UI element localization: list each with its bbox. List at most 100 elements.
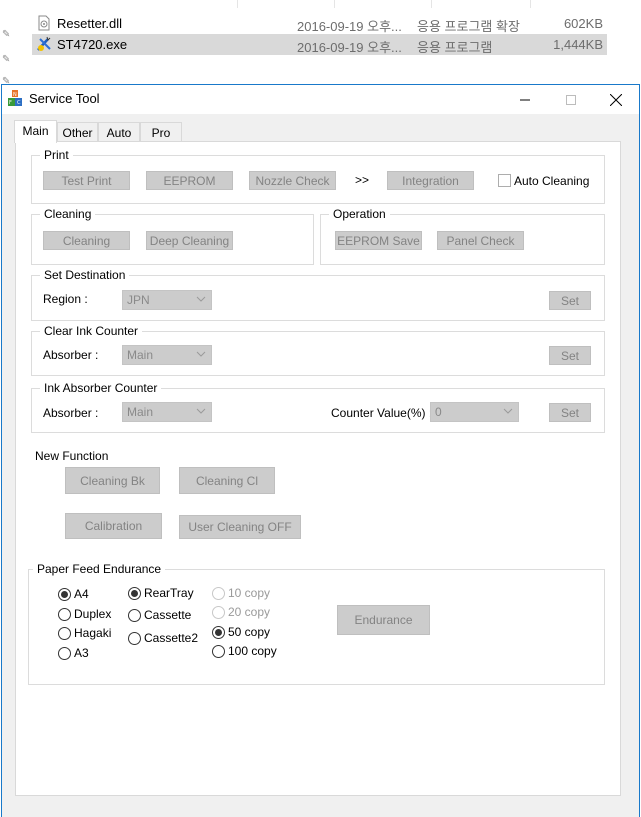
maximize-icon (566, 94, 576, 105)
file-type: 응용 프로그램 (417, 40, 493, 55)
file-name: Resetter.dll (57, 16, 123, 31)
radio-label: A4 (74, 587, 89, 601)
paper-feed-endurance-title: Paper Feed Endurance (33, 562, 166, 576)
radio-indicator (58, 587, 71, 601)
eeprom-save-button[interactable]: EEPROM Save (335, 231, 422, 250)
radio-label: 50 copy (228, 625, 271, 639)
operation-group-title: Operation (329, 207, 390, 221)
radio-copies-100[interactable]: 100 copy (212, 644, 277, 658)
region-select[interactable]: JPN (122, 290, 212, 310)
radio-copies-10[interactable]: 10 copy (212, 586, 270, 600)
ink-absorber-counter-group: Ink Absorber Counter Absorber : Main Cou… (31, 381, 605, 433)
tab-pro[interactable]: Pro (140, 122, 182, 142)
eeprom-button[interactable]: EEPROM (146, 171, 233, 190)
radio-label: Cassette2 (144, 631, 199, 645)
cleaning-bk-button[interactable]: Cleaning Bk (65, 467, 160, 494)
radio-paper-duplex[interactable]: Duplex (58, 607, 111, 621)
radio-label: 10 copy (228, 586, 271, 600)
main-tab-panel: Print Test Print EEPROM Nozzle Check >> … (15, 141, 621, 796)
file-explorer-background: ✎ ✎ ✎ Resetter.dll 2016-09-19 오후... 응용 프… (0, 0, 641, 90)
minimize-icon (520, 99, 530, 100)
radio-copies-20[interactable]: 20 copy (212, 605, 270, 619)
exe-app-icon (37, 36, 51, 51)
print-group: Print Test Print EEPROM Nozzle Check >> … (31, 148, 605, 204)
auto-cleaning-label[interactable]: Auto Cleaning (514, 174, 589, 188)
close-icon (610, 93, 622, 106)
ink-absorber-set-button[interactable]: Set (549, 403, 591, 422)
absorber-label: Absorber : (43, 348, 99, 362)
service-tool-window: N F C Service Tool Main Other Auto Pro P… (1, 84, 640, 817)
close-button[interactable] (593, 85, 639, 114)
pin-icon[interactable]: ✎ (2, 55, 12, 65)
absorber-label: Absorber : (43, 406, 99, 420)
counter-value-select[interactable]: 0 (430, 402, 519, 422)
operation-group: Operation EEPROM Save Panel Check (320, 207, 605, 265)
deep-cleaning-button[interactable]: Deep Cleaning (146, 231, 233, 250)
absorber-select[interactable]: Main (122, 402, 212, 422)
column-separator (530, 0, 531, 8)
radio-indicator (212, 644, 225, 658)
radio-indicator (58, 626, 71, 640)
chevron-down-icon (196, 408, 206, 414)
absorber-value: Main (127, 405, 154, 419)
tab-other[interactable]: Other (57, 122, 98, 142)
tab-main[interactable]: Main (14, 120, 57, 143)
clear-ink-counter-set-button[interactable]: Set (549, 346, 591, 365)
file-size: 602KB (563, 16, 603, 31)
radio-indicator (128, 631, 141, 645)
absorber-value: Main (127, 348, 154, 362)
window-title: Service Tool (29, 91, 100, 106)
absorber-select[interactable]: Main (122, 345, 212, 365)
ink-absorber-counter-title: Ink Absorber Counter (40, 381, 162, 395)
calibration-button[interactable]: Calibration (65, 513, 162, 539)
title-bar[interactable]: N F C Service Tool (2, 85, 639, 114)
counter-value: 0 (435, 405, 442, 419)
cleaning-cl-button[interactable]: Cleaning Cl (179, 467, 275, 494)
auto-cleaning-checkbox[interactable] (498, 174, 511, 187)
radio-indicator (212, 605, 225, 619)
radio-source-cassette2[interactable]: Cassette2 (128, 631, 198, 645)
radio-source-cassette[interactable]: Cassette (128, 608, 191, 622)
radio-source-reartray[interactable]: RearTray (128, 586, 194, 600)
set-destination-set-button[interactable]: Set (549, 291, 591, 310)
svg-text:F: F (9, 100, 12, 106)
svg-text:N: N (13, 92, 17, 98)
radio-label: 20 copy (228, 605, 271, 619)
integration-button[interactable]: Integration (387, 171, 474, 190)
maximize-button[interactable] (548, 85, 594, 114)
new-function-label: New Function (35, 449, 109, 463)
radio-paper-a4[interactable]: A4 (58, 587, 89, 601)
cleaning-button[interactable]: Cleaning (43, 231, 130, 250)
minimize-button[interactable] (502, 85, 548, 114)
paper-feed-endurance-group: Paper Feed Endurance A4 Duplex Hagaki A3… (28, 562, 605, 685)
radio-label: Cassette (144, 608, 192, 622)
radio-label: 100 copy (228, 644, 277, 658)
radio-paper-a3[interactable]: A3 (58, 646, 89, 660)
cleaning-group: Cleaning Cleaning Deep Cleaning (31, 207, 314, 265)
user-cleaning-off-button[interactable]: User Cleaning OFF (179, 515, 301, 539)
test-print-button[interactable]: Test Print (43, 171, 130, 190)
radio-copies-50[interactable]: 50 copy (212, 625, 270, 639)
tab-auto[interactable]: Auto (98, 122, 140, 142)
file-date: 2016-09-19 오후... (297, 19, 402, 34)
radio-indicator (128, 608, 141, 622)
radio-label: A3 (74, 646, 89, 660)
radio-paper-hagaki[interactable]: Hagaki (58, 626, 111, 640)
chevron-down-icon (196, 296, 206, 302)
file-type: 응용 프로그램 확장 (417, 19, 520, 34)
pin-icon[interactable]: ✎ (2, 30, 12, 40)
radio-indicator (58, 607, 71, 621)
region-value: JPN (127, 293, 150, 307)
file-name: ST4720.exe (57, 37, 128, 52)
dll-file-icon (38, 15, 50, 31)
endurance-button[interactable]: Endurance (337, 605, 430, 635)
file-row[interactable]: Resetter.dll 2016-09-19 오후... 응용 프로그램 확장… (32, 13, 607, 34)
counter-value-label: Counter Value(%) : (331, 406, 433, 420)
panel-check-button[interactable]: Panel Check (437, 231, 524, 250)
column-separator (334, 0, 335, 8)
file-row-selected[interactable]: ST4720.exe 2016-09-19 오후... 응용 프로그램 1,44… (32, 34, 607, 55)
clear-ink-counter-title: Clear Ink Counter (40, 324, 143, 338)
svg-text:C: C (17, 100, 21, 106)
nozzle-check-button[interactable]: Nozzle Check (249, 171, 336, 190)
cleaning-group-title: Cleaning (40, 207, 96, 221)
